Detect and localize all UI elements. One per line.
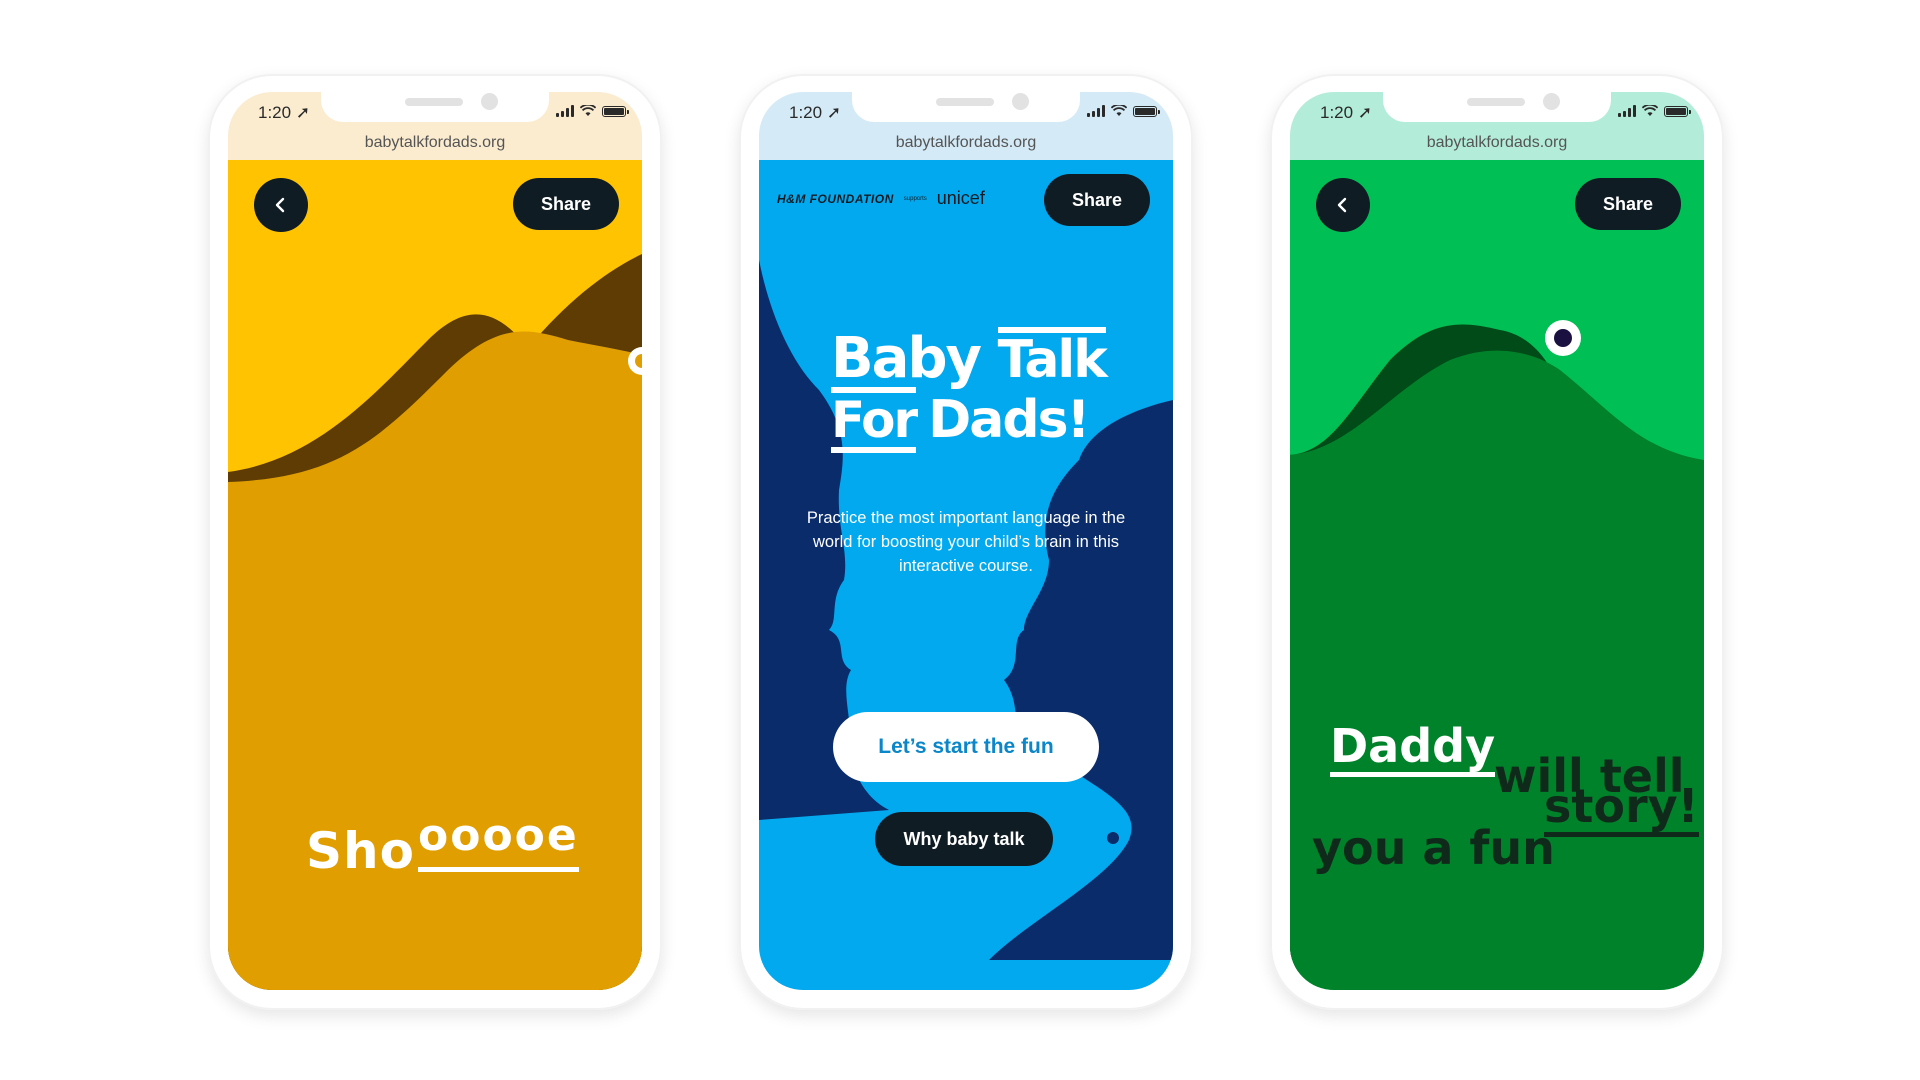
status-time: 1:20 ➚ xyxy=(258,103,311,122)
status-icons xyxy=(556,105,629,117)
location-arrow-icon: ➚ xyxy=(295,103,311,122)
signal-icon xyxy=(1618,105,1636,117)
wifi-icon xyxy=(580,105,596,116)
logo-word-dads: Dads! xyxy=(928,390,1090,450)
browser-bar: 1:20 ➚ babytalkfordads.org xyxy=(759,92,1173,160)
back-arrow-icon xyxy=(275,197,285,213)
supports-text: supports xyxy=(903,195,927,202)
word-plain: Sho xyxy=(306,822,415,880)
status-icons xyxy=(1618,105,1691,117)
browser-bar: 1:20 ➚ babytalkfordads.org xyxy=(228,92,642,160)
page-indicator-dot xyxy=(1107,832,1119,844)
status-time: 1:20 ➚ xyxy=(789,103,842,122)
start-button[interactable]: Let’s start the fun xyxy=(833,712,1099,782)
back-button[interactable] xyxy=(1316,178,1370,232)
logo-word-talk: Talk xyxy=(997,327,1108,387)
back-button[interactable] xyxy=(254,178,308,232)
notch xyxy=(852,92,1080,122)
phone-blue: 1:20 ➚ babytalkfordads.org H&M FOUNDATIO… xyxy=(739,74,1193,1010)
status-time: 1:20 ➚ xyxy=(1320,103,1373,122)
phone-yellow: 1:20 ➚ babytalkfordads.org Share Sho ooo… xyxy=(208,74,662,1010)
screen: 1:20 ➚ babytalkfordads.org xyxy=(228,92,642,990)
story-word-daddy: Daddy xyxy=(1330,722,1496,777)
location-arrow-icon: ➚ xyxy=(1357,103,1373,122)
signal-icon xyxy=(556,105,574,117)
landing-screen: H&M FOUNDATION supports unicef Share Bab… xyxy=(759,160,1173,990)
wifi-icon xyxy=(1111,105,1127,116)
why-baby-talk-button[interactable]: Why baby talk xyxy=(875,812,1053,866)
notch xyxy=(321,92,549,122)
url-text[interactable]: babytalkfordads.org xyxy=(1290,134,1704,152)
story-screen: Share Daddy will tell you a fun story! xyxy=(1290,160,1704,990)
logo-word-for: For xyxy=(831,387,918,453)
intro-text: Practice the most important language in … xyxy=(806,509,1126,575)
battery-icon xyxy=(602,106,629,117)
story-screen: Share Sho ooooe xyxy=(228,160,642,990)
location-arrow-icon: ➚ xyxy=(826,103,842,122)
partner-logos: H&M FOUNDATION supports unicef xyxy=(777,188,985,209)
share-button[interactable]: Share xyxy=(1044,174,1150,226)
phone-green: 1:20 ➚ babytalkfordads.org Share Daddy w… xyxy=(1270,74,1724,1010)
logo-word-baby: Baby xyxy=(831,326,982,391)
signal-icon xyxy=(1087,105,1105,117)
hm-foundation-logo: H&M FOUNDATION xyxy=(777,191,894,206)
share-button[interactable]: Share xyxy=(1575,178,1681,230)
share-button[interactable]: Share xyxy=(513,178,619,230)
battery-icon xyxy=(1133,106,1160,117)
notch xyxy=(1383,92,1611,122)
story-text-line-2: you a fun xyxy=(1312,821,1555,875)
url-text[interactable]: babytalkfordads.org xyxy=(228,134,642,152)
stage: 1:20 ➚ babytalkfordads.org Share Sho ooo… xyxy=(0,0,1920,1080)
browser-bar: 1:20 ➚ babytalkfordads.org xyxy=(1290,92,1704,160)
unicef-logo: unicef xyxy=(936,188,985,208)
story-word-story: story! xyxy=(1544,782,1699,837)
url-text[interactable]: babytalkfordads.org xyxy=(759,134,1173,152)
wifi-icon xyxy=(1642,105,1658,116)
status-icons xyxy=(1087,105,1160,117)
back-arrow-icon xyxy=(1337,197,1347,213)
logo-line-2: For Dads! xyxy=(831,386,1090,453)
word-underlined: ooooe xyxy=(418,810,579,872)
screen: 1:20 ➚ babytalkfordads.org H&M FOUNDATIO… xyxy=(759,92,1173,990)
screen: 1:20 ➚ babytalkfordads.org xyxy=(1290,92,1704,990)
battery-icon xyxy=(1664,106,1691,117)
logo-line-1: Baby Talk xyxy=(831,326,1108,391)
